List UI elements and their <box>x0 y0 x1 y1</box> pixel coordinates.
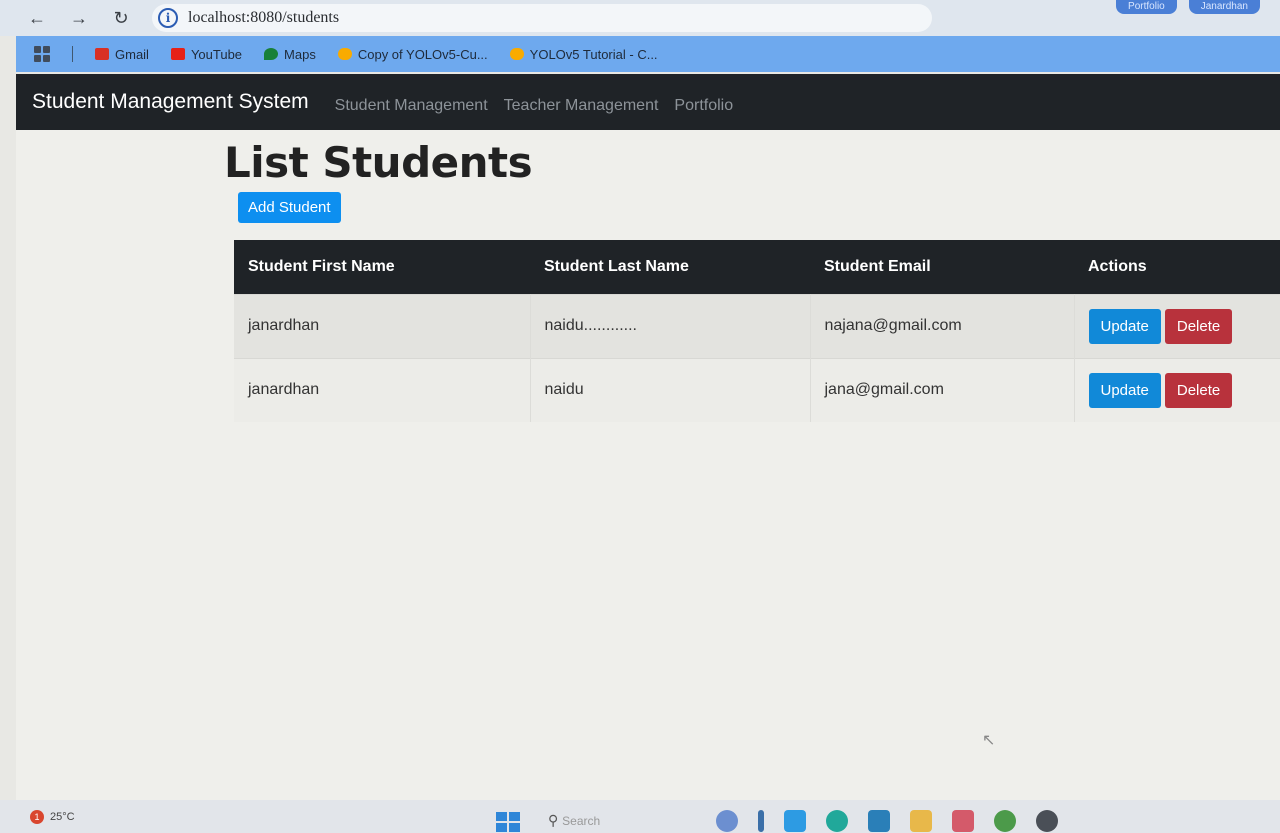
bookmark-youtube[interactable]: YouTube <box>170 46 243 62</box>
header-first-name: Student First Name <box>248 257 395 275</box>
nav-link-portfolio[interactable]: Portfolio <box>674 97 733 115</box>
cell-email: najana@gmail.com <box>810 293 1075 358</box>
cell-actions: Update Delete <box>1074 293 1280 358</box>
taskbar-search[interactable]: ⚲ Search <box>548 812 600 829</box>
nav-link-teacher-management[interactable]: Teacher Management <box>504 97 659 115</box>
main-content: List Students Add Student Student First … <box>16 130 1280 800</box>
delete-button[interactable]: Delete <box>1164 372 1233 408</box>
page-title: List Students <box>224 138 533 187</box>
header-actions: Actions <box>1088 257 1147 275</box>
app-icon[interactable] <box>716 810 738 832</box>
profile-area: Portfolio Janardhan <box>1116 0 1260 14</box>
url-text[interactable]: localhost:8080/students <box>188 9 339 27</box>
table-header-row: Student First Name Student Last Name Stu… <box>234 240 1280 294</box>
search-placeholder: Search <box>562 814 601 828</box>
maps-icon <box>264 48 279 60</box>
bookmark-colab-copy[interactable]: Copy of YOLOv5-Cu... <box>337 46 488 62</box>
colab-icon <box>337 48 352 60</box>
bookmark-label: Gmail <box>115 46 149 62</box>
cell-last-name: naidu <box>530 357 811 422</box>
cell-last-name: naidu............ <box>530 293 811 358</box>
cell-first-name: janardhan <box>234 357 531 422</box>
os-taskbar: 1 25°C ⚲ Search <box>0 800 1280 833</box>
table-row: janardhan naidu jana@gmail.com Update Del… <box>234 357 1280 422</box>
bookmarks-bar: Gmail YouTube Maps Copy of YOLOv5-Cu... … <box>16 36 1280 72</box>
cell-email: jana@gmail.com <box>810 357 1075 422</box>
app-icon[interactable] <box>784 810 806 832</box>
app-icon[interactable] <box>758 810 764 832</box>
header-email: Student Email <box>824 257 931 275</box>
reload-icon[interactable]: ↻ <box>110 8 132 29</box>
windows-start-icon[interactable] <box>496 812 520 832</box>
students-table: Student First Name Student Last Name Stu… <box>234 240 1280 422</box>
update-button[interactable]: Update <box>1088 372 1161 408</box>
weather-alert-icon: 1 <box>30 809 44 824</box>
navbar-brand[interactable]: Student Management System <box>32 90 309 114</box>
bookmark-label: Copy of YOLOv5-Cu... <box>357 46 488 62</box>
update-button[interactable]: Update <box>1088 308 1161 344</box>
info-icon[interactable]: i <box>158 8 178 28</box>
students-table-container: Student First Name Student Last Name Stu… <box>234 240 1280 422</box>
bookmark-label: Maps <box>284 46 316 62</box>
address-bar[interactable]: i localhost:8080/students <box>152 4 932 32</box>
nav-link-student-management[interactable]: Student Management <box>335 97 488 115</box>
bookmarks-separator <box>72 46 73 62</box>
bookmark-label: YouTube <box>190 46 243 62</box>
add-student-button[interactable]: Add Student <box>238 192 341 223</box>
colab-icon <box>509 48 524 60</box>
back-arrow-icon[interactable]: ← <box>26 8 48 29</box>
app-navbar: Student Management System Student Manage… <box>16 74 1280 130</box>
folder-icon[interactable] <box>910 810 932 832</box>
cell-actions: Update Delete <box>1074 357 1280 422</box>
browser-toolbar: ← → ↻ i localhost:8080/students Portfoli… <box>0 0 1280 36</box>
bookmark-maps[interactable]: Maps <box>264 47 316 62</box>
app-icon[interactable] <box>1036 810 1058 832</box>
weather-temperature: 25°C <box>50 810 75 823</box>
profile-tab[interactable]: Janardhan <box>1188 0 1260 14</box>
edge-icon[interactable] <box>826 810 848 832</box>
forward-arrow-icon[interactable]: → <box>68 8 90 29</box>
mouse-cursor-icon: ↖ <box>982 732 996 749</box>
apps-grid-icon[interactable] <box>34 46 50 62</box>
app-icon[interactable] <box>868 810 890 832</box>
table-row: janardhan naidu............ najana@gmail… <box>234 293 1280 358</box>
cell-first-name: janardhan <box>234 293 531 358</box>
bookmark-gmail[interactable]: Gmail <box>95 47 149 62</box>
youtube-icon <box>170 48 185 60</box>
gmail-icon <box>95 48 109 60</box>
chrome-icon[interactable] <box>994 810 1016 832</box>
header-last-name: Student Last Name <box>544 257 689 275</box>
bookmark-label: YOLOv5 Tutorial - C... <box>529 46 658 62</box>
delete-button[interactable]: Delete <box>1164 308 1233 344</box>
bookmark-colab-tutorial[interactable]: YOLOv5 Tutorial - C... <box>509 46 658 62</box>
weather-widget[interactable]: 1 25°C <box>30 809 75 824</box>
gmail-icon[interactable] <box>952 810 974 832</box>
portfolio-tab[interactable]: Portfolio <box>1116 0 1177 14</box>
taskbar-apps <box>716 810 1058 832</box>
